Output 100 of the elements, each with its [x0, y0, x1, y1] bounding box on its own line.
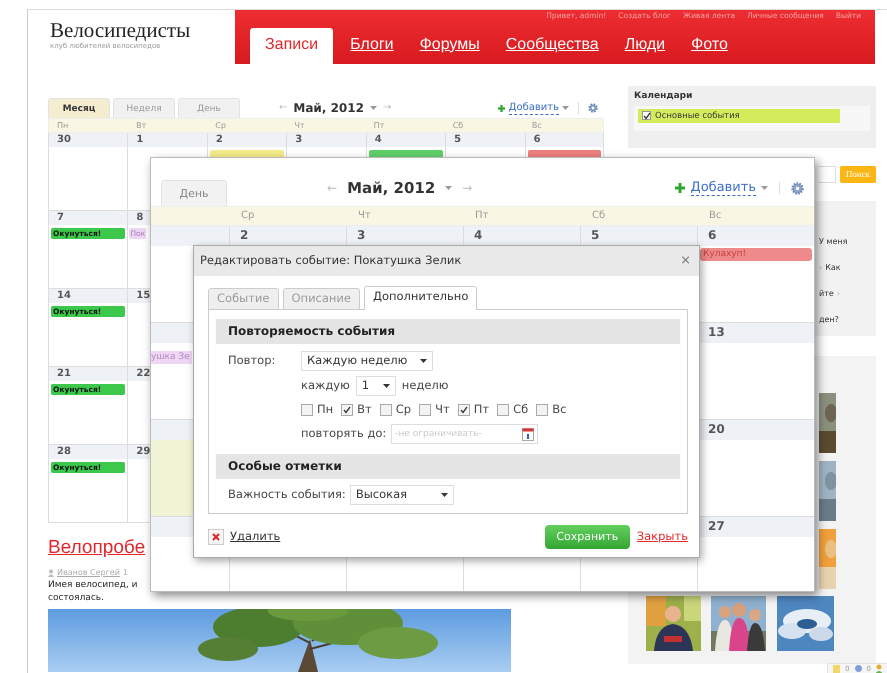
close-button[interactable]: × — [680, 253, 691, 269]
checkbox-label: Пт — [474, 403, 490, 417]
nav-tab[interactable]: Блоги — [337, 34, 407, 64]
nav-tab[interactable]: Записи — [250, 28, 334, 64]
calendar-item[interactable]: Основные события — [638, 108, 840, 123]
day-header: 27 — [698, 517, 814, 537]
day-header: 2 — [208, 133, 286, 147]
sidebar-link[interactable]: У меня — [819, 237, 848, 263]
post-text: состоялась. — [48, 592, 104, 605]
search-field[interactable] — [818, 166, 836, 183]
sidebar-link[interactable]: йте — [819, 289, 834, 315]
repeat-dropdown[interactable]: Каждую неделю — [301, 351, 433, 371]
dialog-title: Редактировать событие: Покатушка Зелик — [200, 254, 462, 268]
caret-icon[interactable] — [440, 493, 448, 497]
weekday-label: Чт — [357, 209, 372, 223]
checkbox-label: Чт — [435, 403, 450, 417]
dialog-tab[interactable]: Описание — [282, 288, 360, 309]
weekday-label: Вт — [135, 120, 148, 132]
post-text: Имея велосипед, и — [48, 578, 138, 592]
user-icon — [875, 664, 883, 673]
weekday-label: Чт — [293, 120, 306, 132]
weekday-label: Ср — [214, 120, 227, 132]
calendar-label: Основные события — [655, 110, 740, 121]
checkbox[interactable] — [497, 404, 510, 416]
month-title: Май, 2012 — [293, 100, 364, 116]
weekday-label: Ср — [240, 209, 256, 223]
importance-dropdown[interactable]: Высокая — [350, 485, 454, 505]
day-header: 30 — [49, 133, 128, 147]
add-link[interactable]: Добавить — [690, 180, 756, 196]
day-header: 4 — [366, 133, 446, 147]
field-label: Повтор: — [227, 354, 276, 368]
weekday-label: Сб — [452, 120, 464, 132]
day-header: 6 — [526, 133, 603, 147]
checkbox-label: Пн — [317, 403, 334, 417]
weekday-label: Пт — [372, 120, 386, 132]
checkbox[interactable] — [642, 111, 651, 120]
checkbox[interactable] — [458, 404, 470, 416]
checkbox-label: Сб — [513, 403, 528, 417]
checkbox[interactable] — [419, 404, 432, 416]
day-header: 5 — [446, 133, 525, 147]
weekday-label: Пт — [474, 209, 490, 223]
checkbox-label: Вт — [357, 403, 372, 417]
nav-tab[interactable]: Форумы — [406, 34, 493, 64]
weekday-label: Вс — [530, 120, 543, 132]
nav-tab[interactable]: Люди — [612, 34, 678, 64]
month-title: Май, 2012 — [347, 179, 436, 197]
view-tab[interactable]: Неделя — [113, 98, 175, 118]
checkbox[interactable] — [380, 404, 392, 416]
post-date: 1 — [122, 568, 128, 578]
sidebar-link[interactable]: ден? — [819, 315, 839, 341]
user-icon — [48, 568, 54, 577]
field-label: неделю — [402, 379, 448, 393]
close-link[interactable]: Закрыть — [636, 530, 688, 544]
day-header: 3 — [347, 226, 463, 246]
day-header: 3 — [287, 133, 366, 147]
weekday-label: Вс — [708, 209, 722, 223]
checkbox[interactable] — [536, 404, 548, 416]
bullet-mark: › — [819, 263, 822, 274]
plus-icon[interactable] — [496, 104, 506, 112]
field-label: повторять до: — [301, 427, 386, 441]
weekday-label: Сб — [591, 209, 606, 223]
comment-icon — [854, 664, 863, 673]
view-tab[interactable]: День — [178, 98, 240, 118]
caret-icon[interactable] — [420, 359, 427, 363]
checkbox-label: Ср — [396, 403, 412, 417]
delete-link[interactable]: Удалить — [230, 530, 280, 544]
view-tab[interactable]: Месяц — [48, 98, 110, 118]
interval-dropdown[interactable]: 1 — [356, 376, 396, 396]
nav-tab[interactable]: Фото — [678, 34, 741, 64]
plus-icon[interactable] — [674, 182, 686, 194]
day-header: 7 — [49, 211, 128, 225]
day-header: 6 — [698, 226, 814, 246]
bullet-mark: › — [836, 289, 840, 300]
section-header: Особые отметки — [216, 454, 680, 479]
day-header: 21 — [49, 367, 128, 381]
view-tab[interactable]: День — [161, 180, 227, 206]
weekday-label: Пн — [56, 120, 70, 132]
sidebar-link[interactable]: Как — [825, 263, 841, 289]
author-link[interactable]: Иванов Сергей — [57, 568, 120, 578]
section-header: Повторяемость события — [216, 319, 680, 344]
settings-icon[interactable] — [791, 182, 804, 194]
save-button[interactable]: Сохранить — [544, 525, 630, 549]
nav-tab[interactable]: Сообщества — [492, 34, 612, 64]
dialog-tab[interactable]: Дополнительно — [364, 286, 478, 310]
site-logo[interactable]: Велосипедисты — [50, 19, 190, 42]
checkbox[interactable] — [341, 404, 354, 416]
field-label: каждую — [301, 379, 350, 393]
day-header: 5 — [581, 226, 697, 246]
day-header: 13 — [698, 323, 814, 343]
day-header: 1 — [128, 133, 207, 147]
add-link[interactable]: Добавить — [508, 102, 559, 114]
dialog-tab[interactable]: Событие — [208, 288, 278, 309]
settings-icon[interactable] — [588, 103, 598, 113]
note-icon — [832, 664, 842, 673]
day-header: 14 — [49, 289, 128, 303]
checkbox[interactable] — [301, 404, 313, 416]
delete-icon[interactable] — [208, 529, 224, 545]
day-header: 4 — [464, 226, 580, 246]
post-title[interactable]: Велопробе — [48, 537, 146, 560]
caret-icon[interactable] — [382, 384, 390, 388]
